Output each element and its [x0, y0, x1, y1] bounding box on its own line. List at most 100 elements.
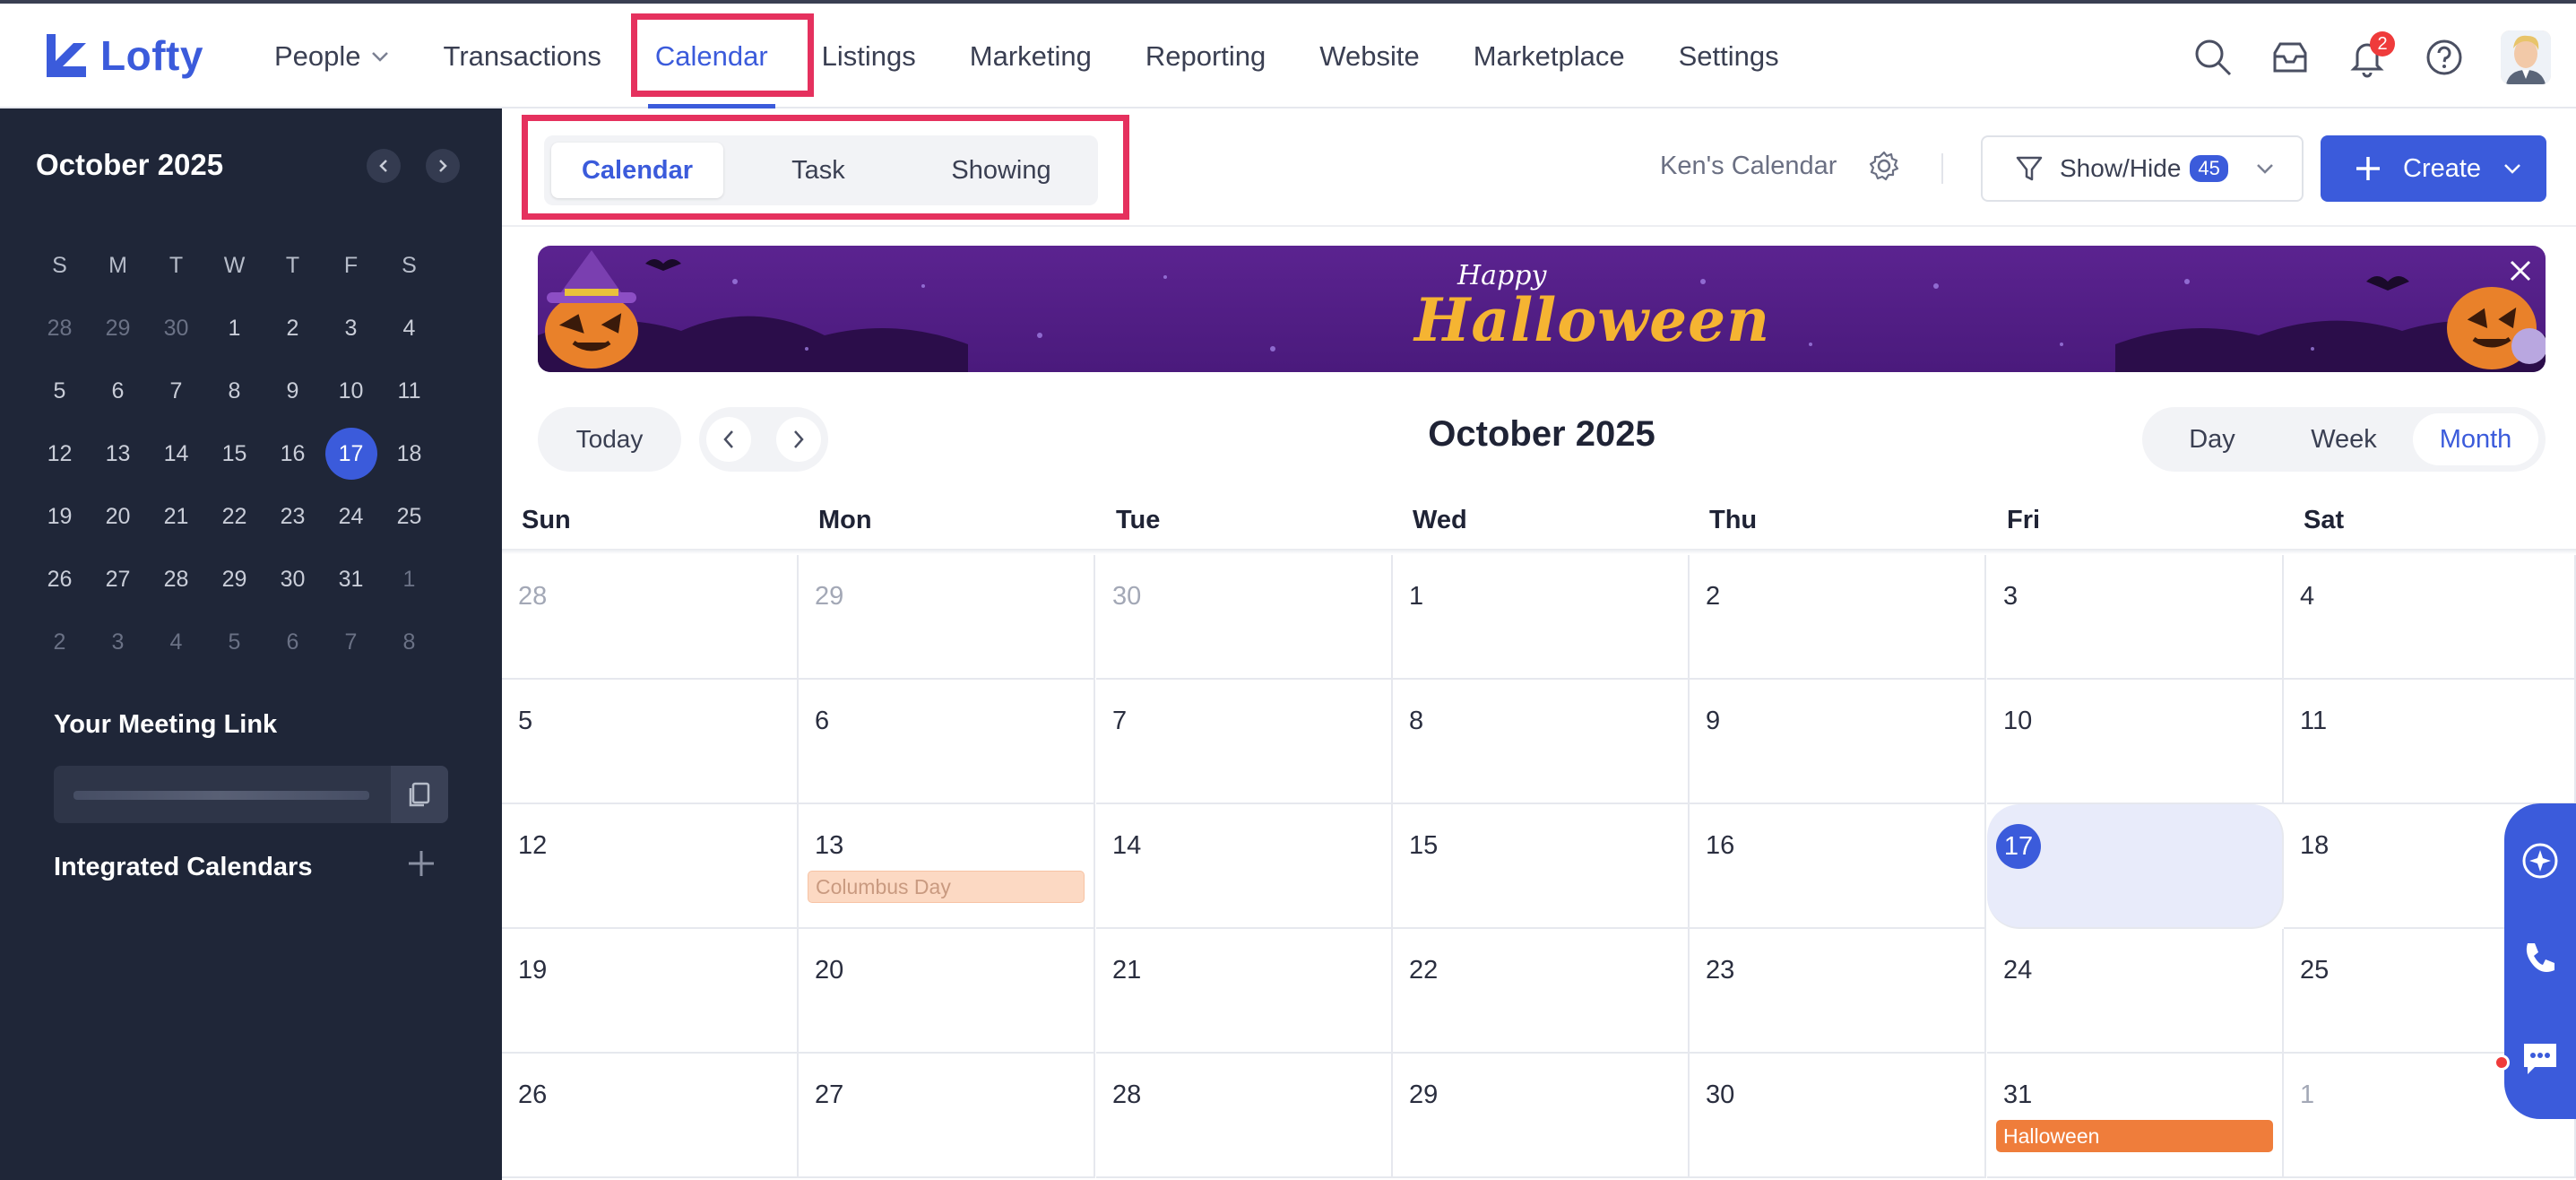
- mini-calendar-day[interactable]: 10: [322, 360, 380, 422]
- event-columbus[interactable]: Columbus Day: [808, 871, 1085, 903]
- mini-calendar-day[interactable]: 2: [30, 611, 89, 673]
- mini-calendar-day[interactable]: 28: [30, 297, 89, 360]
- mini-calendar-day[interactable]: 18: [380, 422, 438, 485]
- mini-calendar-day[interactable]: 15: [205, 422, 264, 485]
- day-cell[interactable]: 28: [502, 555, 799, 680]
- mini-calendar-day[interactable]: 27: [89, 548, 147, 611]
- nav-item-people[interactable]: People: [274, 4, 390, 108]
- day-cell[interactable]: 31 Halloween: [1987, 1054, 2284, 1178]
- day-cell[interactable]: 3: [1987, 555, 2284, 680]
- avatar[interactable]: [2501, 30, 2551, 84]
- day-cell[interactable]: 6: [799, 680, 1095, 804]
- mini-calendar-day[interactable]: 17: [322, 422, 380, 485]
- day-cell[interactable]: 7: [1096, 680, 1393, 804]
- assistant-icon[interactable]: [2520, 841, 2560, 881]
- view-day-button[interactable]: Day: [2149, 413, 2275, 465]
- mini-calendar-day[interactable]: 8: [380, 611, 438, 673]
- today-button[interactable]: Today: [538, 407, 681, 472]
- day-cell[interactable]: 30: [1690, 1054, 1986, 1178]
- day-cell[interactable]: 1: [1393, 555, 1690, 680]
- mini-calendar-day[interactable]: 11: [380, 360, 438, 422]
- mini-calendar-day[interactable]: 20: [89, 485, 147, 548]
- view-week-button[interactable]: Week: [2281, 413, 2407, 465]
- day-cell[interactable]: 16: [1690, 804, 1986, 929]
- day-cell[interactable]: 4: [2284, 555, 2576, 680]
- mini-calendar-day[interactable]: 6: [89, 360, 147, 422]
- day-cell[interactable]: 23: [1690, 929, 1986, 1054]
- mini-calendar-day[interactable]: 7: [322, 611, 380, 673]
- gear-icon[interactable]: [1868, 150, 1900, 182]
- day-cell[interactable]: 19: [502, 929, 799, 1054]
- day-cell[interactable]: 27: [799, 1054, 1095, 1178]
- mini-calendar-day[interactable]: 22: [205, 485, 264, 548]
- copy-link-button[interactable]: [391, 766, 448, 823]
- nav-item-website[interactable]: Website: [1319, 4, 1419, 108]
- next-period-button[interactable]: [776, 417, 821, 462]
- lofty-logo[interactable]: Lofty: [43, 30, 203, 81]
- meeting-link-field[interactable]: [54, 766, 448, 823]
- day-cell[interactable]: 24: [1987, 929, 2284, 1054]
- mini-calendar-day[interactable]: 30: [264, 548, 322, 611]
- day-cell[interactable]: 15: [1393, 804, 1690, 929]
- day-cell[interactable]: 20: [799, 929, 1095, 1054]
- day-cell[interactable]: 22: [1393, 929, 1690, 1054]
- mini-calendar-day[interactable]: 9: [264, 360, 322, 422]
- day-cell[interactable]: 21: [1096, 929, 1393, 1054]
- mini-calendar-prev-button[interactable]: [367, 149, 401, 183]
- day-cell[interactable]: 29: [1393, 1054, 1690, 1178]
- mini-calendar-day[interactable]: 30: [147, 297, 205, 360]
- previous-period-button[interactable]: [706, 417, 751, 462]
- mini-calendar-day[interactable]: 3: [89, 611, 147, 673]
- mini-calendar-next-button[interactable]: [426, 149, 460, 183]
- nav-item-transactions[interactable]: Transactions: [444, 4, 601, 108]
- day-cell[interactable]: 5: [502, 680, 799, 804]
- view-month-button[interactable]: Month: [2413, 413, 2538, 465]
- day-cell[interactable]: 17: [1987, 804, 2284, 929]
- event-halloween[interactable]: Halloween: [1996, 1120, 2273, 1152]
- mini-calendar-day[interactable]: 29: [205, 548, 264, 611]
- create-button[interactable]: Create: [2321, 135, 2546, 202]
- mini-calendar-day[interactable]: 3: [322, 297, 380, 360]
- day-cell[interactable]: 2: [1690, 555, 1986, 680]
- mini-calendar-day[interactable]: 25: [380, 485, 438, 548]
- day-cell[interactable]: 14: [1096, 804, 1393, 929]
- inbox-icon[interactable]: [2269, 37, 2311, 78]
- day-cell[interactable]: 9: [1690, 680, 1986, 804]
- notifications-button[interactable]: 2: [2347, 31, 2395, 78]
- day-cell[interactable]: 28: [1096, 1054, 1393, 1178]
- nav-item-reporting[interactable]: Reporting: [1145, 4, 1266, 108]
- add-integrated-calendar-icon[interactable]: [405, 847, 437, 880]
- mini-calendar-day[interactable]: 13: [89, 422, 147, 485]
- day-cell[interactable]: 13 Columbus Day: [799, 804, 1095, 929]
- mini-calendar-day[interactable]: 4: [380, 297, 438, 360]
- mini-calendar-day[interactable]: 31: [322, 548, 380, 611]
- day-cell[interactable]: 10: [1987, 680, 2284, 804]
- nav-item-marketplace[interactable]: Marketplace: [1474, 4, 1625, 108]
- show-hide-dropdown[interactable]: Show/Hide 45: [1981, 135, 2304, 202]
- mini-calendar-day[interactable]: 2: [264, 297, 322, 360]
- mini-calendar-day[interactable]: 1: [205, 297, 264, 360]
- day-cell[interactable]: 30: [1096, 555, 1393, 680]
- day-cell[interactable]: 26: [502, 1054, 799, 1178]
- mini-calendar-day[interactable]: 24: [322, 485, 380, 548]
- mini-calendar-day[interactable]: 8: [205, 360, 264, 422]
- phone-icon[interactable]: [2520, 938, 2560, 977]
- mini-calendar-day[interactable]: 28: [147, 548, 205, 611]
- mini-calendar-day[interactable]: 1: [380, 548, 438, 611]
- mini-calendar-day[interactable]: 6: [264, 611, 322, 673]
- mini-calendar-day[interactable]: 26: [30, 548, 89, 611]
- nav-item-settings[interactable]: Settings: [1679, 4, 1779, 108]
- mini-calendar-day[interactable]: 23: [264, 485, 322, 548]
- search-icon[interactable]: [2192, 37, 2234, 78]
- mini-calendar-day[interactable]: 5: [205, 611, 264, 673]
- mini-calendar-day[interactable]: 12: [30, 422, 89, 485]
- mini-calendar-day[interactable]: 4: [147, 611, 205, 673]
- mini-calendar-day[interactable]: 14: [147, 422, 205, 485]
- day-cell[interactable]: 29: [799, 555, 1095, 680]
- mini-calendar-day[interactable]: 21: [147, 485, 205, 548]
- help-icon[interactable]: [2424, 37, 2465, 78]
- mini-calendar-day[interactable]: 7: [147, 360, 205, 422]
- nav-item-listings[interactable]: Listings: [822, 4, 916, 108]
- day-cell[interactable]: 8: [1393, 680, 1690, 804]
- chat-icon[interactable]: [2520, 1038, 2560, 1078]
